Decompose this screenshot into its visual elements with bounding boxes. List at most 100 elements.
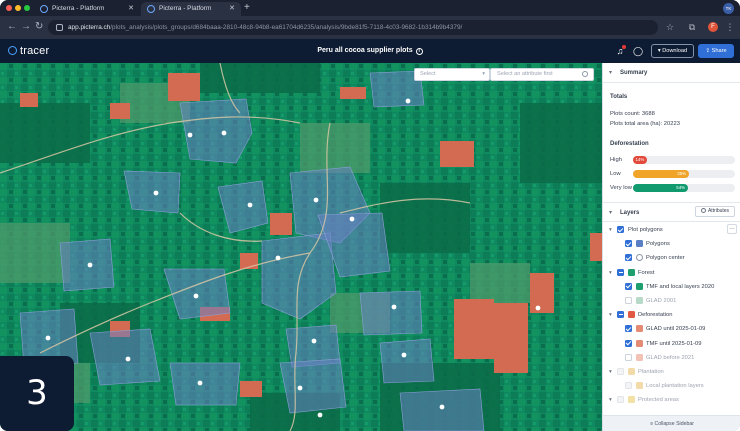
picterra-favicon-icon bbox=[40, 5, 48, 13]
layer-checkbox[interactable] bbox=[625, 240, 632, 248]
layer-label: TMF until 2025-01-09 bbox=[646, 340, 702, 347]
plots-count: Plots count: 3688 bbox=[610, 111, 655, 117]
layer-checkbox[interactable] bbox=[625, 353, 632, 361]
map-canvas[interactable] bbox=[0, 63, 602, 431]
browser-toolbar: ← → ↻ app.picterra.ch/plots_analysis/plo… bbox=[0, 16, 740, 39]
extensions-icon[interactable]: ⧉ bbox=[686, 21, 698, 33]
info-icon[interactable]: i bbox=[415, 48, 423, 55]
maximize-window-button[interactable] bbox=[24, 5, 30, 11]
layer-checkbox[interactable] bbox=[625, 325, 632, 333]
browser-window: Picterra - Platform ✕ Picterra - Platfor… bbox=[0, 0, 740, 431]
browser-account-avatar[interactable]: TK bbox=[723, 3, 734, 14]
download-button[interactable]: ▾ Download bbox=[651, 44, 694, 58]
layer-checkbox[interactable] bbox=[617, 396, 624, 404]
layer-color-swatch bbox=[636, 339, 643, 347]
layer-row[interactable]: GLAD until 2025-01-09 bbox=[603, 323, 740, 335]
layer-row[interactable]: GLAD before 2021 bbox=[603, 352, 740, 364]
chevron-down-icon[interactable]: ▾ bbox=[609, 269, 612, 277]
browser-tab-2[interactable]: Picterra - Platform ✕ bbox=[141, 2, 241, 16]
layer-color-swatch bbox=[636, 382, 643, 390]
layer-color-swatch bbox=[636, 240, 643, 248]
reload-icon[interactable]: ↻ bbox=[35, 21, 43, 33]
layer-label: TMF and local layers 2020 bbox=[646, 283, 715, 290]
layer-color-swatch bbox=[628, 396, 635, 404]
layer-color-swatch bbox=[636, 282, 643, 290]
tab-title: Picterra - Platform bbox=[52, 5, 105, 12]
layer-label: Protected areas bbox=[638, 397, 679, 404]
layer-checkbox[interactable] bbox=[625, 282, 632, 290]
layer-color-swatch bbox=[628, 368, 635, 375]
step-number-badge: 3 bbox=[0, 356, 74, 431]
chevron-down-icon[interactable]: ▾ bbox=[609, 311, 612, 319]
satellite-map[interactable]: Select ▾ Select an attribute first 3 bbox=[0, 63, 602, 431]
chevron-down-icon[interactable]: ▾ bbox=[609, 226, 612, 234]
layer-label: GLAD before 2021 bbox=[646, 354, 695, 361]
summary-section-header[interactable]: ▾ Summary bbox=[603, 63, 740, 83]
user-profile-icon[interactable]: ◯ bbox=[632, 45, 644, 57]
tab-title: Picterra - Platform bbox=[159, 5, 212, 12]
chevron-down-icon: ▾ bbox=[609, 210, 613, 216]
browser-tab-1[interactable]: Picterra - Platform ✕ bbox=[34, 2, 140, 16]
layer-checkbox[interactable] bbox=[617, 311, 624, 319]
profile-extension-icon[interactable]: F bbox=[708, 22, 718, 32]
layer-checkbox[interactable] bbox=[625, 254, 632, 262]
layer-color-swatch bbox=[628, 268, 635, 276]
deforestation-very-low-bar: 54% bbox=[633, 184, 735, 192]
site-info-icon[interactable] bbox=[56, 24, 63, 31]
deforestation-low-fill: 35% bbox=[633, 170, 690, 178]
deforestation-low-label: Low bbox=[610, 171, 621, 177]
attributes-icon bbox=[700, 208, 706, 213]
more-options-icon[interactable]: … bbox=[727, 224, 737, 234]
sidebar: ▾ Summary Totals Plots count: 3688 Plots … bbox=[602, 63, 740, 431]
chevron-down-icon[interactable]: ▾ bbox=[609, 368, 612, 376]
layer-row[interactable]: ▾ Plot polygons … bbox=[603, 224, 740, 236]
search-icon bbox=[582, 71, 588, 77]
layer-row[interactable]: ▾ Protected areas bbox=[603, 394, 740, 406]
browser-tab-bar: Picterra - Platform ✕ Picterra - Platfor… bbox=[0, 0, 740, 16]
close-window-button[interactable] bbox=[6, 5, 12, 11]
layer-color-swatch bbox=[636, 297, 643, 304]
back-arrow-icon[interactable]: ← bbox=[7, 21, 17, 33]
layer-row[interactable]: Polygons bbox=[603, 238, 740, 250]
layer-row[interactable]: TMF until 2025-01-09 bbox=[603, 338, 740, 350]
layer-checkbox[interactable] bbox=[625, 297, 632, 304]
layer-checkbox[interactable] bbox=[617, 368, 624, 375]
layer-row[interactable]: Polygon center bbox=[603, 252, 740, 264]
layer-checkbox[interactable] bbox=[617, 226, 624, 233]
layer-select[interactable]: Select ▾ bbox=[414, 68, 490, 81]
forward-arrow-icon[interactable]: → bbox=[21, 21, 31, 33]
layer-label: Plot polygons bbox=[628, 227, 663, 233]
chevron-down-icon[interactable]: ▾ bbox=[609, 396, 612, 404]
minimize-window-button[interactable] bbox=[15, 5, 21, 11]
layer-color-swatch bbox=[628, 311, 635, 319]
address-bar[interactable]: app.picterra.ch/plots_analysis/plots_gro… bbox=[48, 20, 658, 35]
notifications-bell-icon[interactable]: ♫ bbox=[614, 45, 626, 57]
layer-color-swatch bbox=[636, 325, 643, 333]
layer-label: Polygon center bbox=[646, 255, 685, 262]
app-header: tracer Peru all cocoa supplier plots i ♫ … bbox=[0, 39, 740, 63]
layer-row[interactable]: ▾ Forest bbox=[603, 267, 740, 279]
layer-checkbox[interactable] bbox=[617, 268, 624, 276]
deforestation-heading: Deforestation bbox=[610, 141, 649, 147]
layer-row[interactable]: ▾ Deforestation bbox=[603, 309, 740, 321]
polygon-center-icon bbox=[636, 254, 643, 262]
browser-menu-icon[interactable]: ⋮ bbox=[724, 21, 736, 33]
layer-label: GLAD 2001 bbox=[646, 298, 677, 304]
close-tab-icon[interactable]: ✕ bbox=[229, 2, 235, 16]
bookmark-star-icon[interactable]: ☆ bbox=[664, 21, 676, 33]
layer-color-swatch bbox=[636, 353, 643, 361]
new-tab-icon[interactable]: + bbox=[244, 2, 250, 14]
layer-row[interactable]: TMF and local layers 2020 bbox=[603, 281, 740, 293]
layer-row[interactable]: GLAD 2001 bbox=[603, 295, 740, 307]
collapse-sidebar-button[interactable]: ≡ Collapse Sidebar bbox=[603, 415, 740, 431]
close-tab-icon[interactable]: ✕ bbox=[128, 2, 134, 16]
layer-row[interactable]: ▾ Plantation bbox=[603, 366, 740, 378]
url-text: app.picterra.ch/plots_analysis/plots_gro… bbox=[68, 24, 463, 31]
share-button[interactable]: ⇪ Share bbox=[698, 44, 734, 58]
layer-row[interactable]: Local plantation layers bbox=[603, 380, 740, 392]
attribute-search-input[interactable]: Select an attribute first bbox=[490, 68, 594, 81]
layer-checkbox[interactable] bbox=[625, 382, 632, 390]
totals-heading: Totals bbox=[610, 94, 628, 100]
layer-checkbox[interactable] bbox=[625, 339, 632, 347]
attributes-button[interactable]: Attributes bbox=[695, 206, 735, 217]
